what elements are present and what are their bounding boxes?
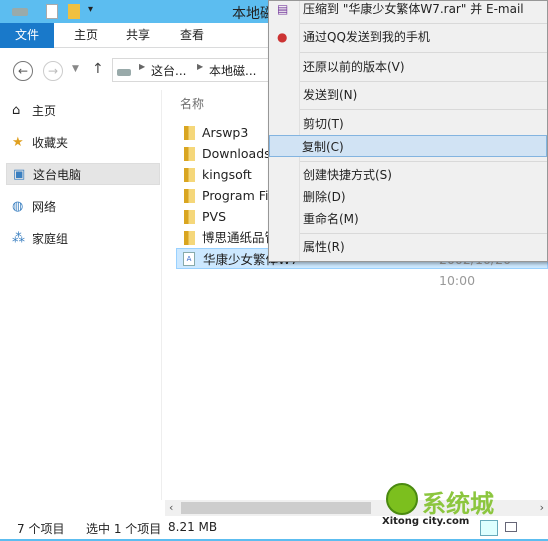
menu-item-copy[interactable]: 复制(C) [269,135,547,157]
tab-file[interactable]: 文件 [0,23,54,48]
scroll-right-icon[interactable]: › [540,501,544,514]
menu-item-restore-versions[interactable]: 还原以前的版本(V) [271,56,547,78]
folder-icon [184,168,195,182]
address-bar[interactable]: ▶ 这台... ▶ 本地磁... [112,58,272,82]
nav-label: 家庭组 [32,232,69,246]
menu-label: 发送到(N) [303,88,358,102]
breadcrumb-segment[interactable]: 本地磁... [209,62,256,79]
qq-penguin-icon: ● [277,30,288,44]
menu-label: 创建快捷方式(S) [303,168,392,182]
network-icon: ◍ [12,199,24,214]
menu-label: 属性(R) [303,240,345,254]
item-name: kingsoft [202,167,252,182]
font-file-icon: A [183,252,195,266]
tab-view[interactable]: 查看 [168,23,216,48]
computer-icon: ▣ [13,167,26,182]
forward-button[interactable]: → [43,61,63,81]
item-name: Program Fi [202,188,269,203]
home-icon: ⌂ [12,103,21,118]
properties-icon[interactable] [46,4,58,19]
menu-label: 还原以前的版本(V) [303,60,405,74]
item-name: Arswp3 [202,125,249,140]
menu-item-delete[interactable]: 删除(D) [271,186,547,208]
menu-item-rename[interactable]: 重命名(M) [271,208,547,230]
menu-item-create-shortcut[interactable]: 创建快捷方式(S) [271,164,547,186]
menu-label: 重命名(M) [303,212,359,226]
item-name: 博思通纸品管 [202,230,278,245]
back-button[interactable]: ← [13,61,33,81]
recent-dropdown-icon[interactable]: ▼ [72,64,79,74]
nav-item-home[interactable]: ⌂ 主页 [6,100,160,122]
nav-item-homegroup[interactable]: ⁂ 家庭组 [6,228,160,250]
scroll-left-icon[interactable]: ‹ [169,501,173,514]
folder-icon [184,147,195,161]
selection-size: 8.21 MB [168,520,218,534]
menu-label: 剪切(T) [303,117,344,131]
menu-item-compress-email[interactable]: ▤ 压缩到 "华康少女繁体W7.rar" 并 E-mail [271,0,547,20]
folder-icon [184,231,195,245]
breadcrumb-segment[interactable]: 这台... [151,62,186,79]
context-menu: ▤ 压缩到 "华康少女繁体W7.rar" 并 E-mail ● 通过QQ发送到我的手… [268,0,548,262]
folder-icon [184,210,195,224]
up-button[interactable]: ↑ [92,61,104,77]
drive-icon [12,8,28,16]
menu-label: 复制(C) [302,140,344,154]
menu-item-properties[interactable]: 属性(R) [271,236,547,258]
tab-home[interactable]: 主页 [62,23,110,48]
nav-label: 这台电脑 [33,168,82,182]
scrollbar-thumb[interactable] [181,502,371,514]
menu-item-cut[interactable]: 剪切(T) [271,113,547,135]
customize-dropdown-icon[interactable]: ▾ [88,4,93,15]
nav-label: 网络 [32,200,57,214]
nav-label: 主页 [32,104,57,118]
navigation-pane: ⌂ 主页 ★ 收藏夹 ▣ 这台电脑 ◍ 网络 ⁂ 家庭组 [0,90,162,500]
menu-label: 压缩到 "华康少女繁体W7.rar" 并 E-mail [303,2,524,16]
chevron-right-icon: ▶ [197,62,204,71]
star-icon: ★ [12,135,24,150]
item-name: PVS [202,209,227,224]
winrar-icon: ▤ [277,2,289,16]
nav-item-this-pc[interactable]: ▣ 这台电脑 [6,163,160,185]
menu-item-send-to[interactable]: 发送到(N) [271,84,547,106]
item-count: 7 个项目 [17,522,65,536]
folder-icon [184,189,195,203]
nav-label: 收藏夹 [32,136,69,150]
homegroup-icon: ⁂ [12,231,25,246]
menu-label: 删除(D) [303,190,346,204]
folder-icon [184,126,195,140]
menu-item-send-qq[interactable]: ● 通过QQ发送到我的手机 [271,26,547,48]
selection-count: 选中 1 个项目 [86,522,162,536]
nav-item-network[interactable]: ◍ 网络 [6,196,160,218]
item-name: Downloads [202,146,271,161]
nav-item-favorites[interactable]: ★ 收藏夹 [6,132,160,154]
column-header-name[interactable]: 名称 [180,95,204,112]
menu-label: 通过QQ发送到我的手机 [303,30,430,44]
watermark-logo: 系统城 Xitong city.com [380,480,530,530]
tab-share[interactable]: 共享 [114,23,162,48]
drive-icon [117,69,131,76]
new-folder-icon[interactable] [68,4,80,19]
chevron-right-icon: ▶ [139,62,146,71]
